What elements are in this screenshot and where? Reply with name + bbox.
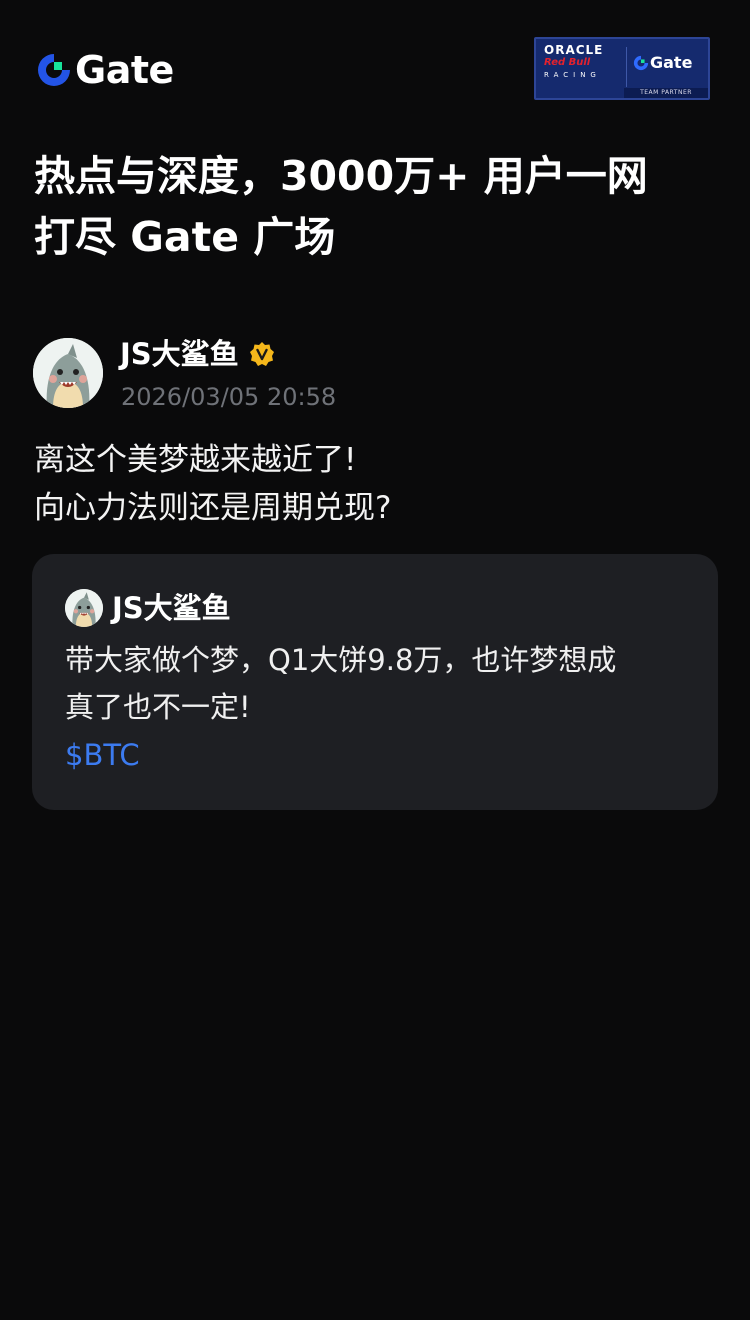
headline-line-1: 热点与深度，3000万+ 用户一网 — [34, 152, 648, 200]
shark-avatar-icon — [65, 589, 103, 627]
badge-gate-text: Gate — [650, 53, 693, 72]
post-author[interactable]: JS大鲨鱼 — [120, 334, 275, 374]
gate-logo-icon — [633, 55, 649, 70]
post-timestamp: 2026/03/05 20:58 — [121, 383, 337, 411]
quoted-post-card[interactable]: JS大鲨鱼 带大家做个梦，Q1大饼9.8万，也许梦想成 真了也不一定! $BTC — [32, 554, 718, 810]
gate-logo: Gate — [36, 50, 174, 90]
verified-badge-icon — [249, 342, 274, 366]
post-body: 离这个美梦越来越近了! 向心力法则还是周期兑现? — [34, 436, 724, 532]
racing-wordmark: RACING — [544, 71, 601, 79]
btc-ticker-tag[interactable]: $BTC — [65, 735, 140, 775]
author-name[interactable]: JS大鲨鱼 — [120, 334, 239, 374]
logo-text: Gate — [75, 48, 174, 92]
redbull-wordmark: Red Bull — [544, 57, 591, 68]
quoted-author-avatar[interactable] — [65, 589, 103, 627]
quoted-line-1: 带大家做个梦，Q1大饼9.8万，也许梦想成 — [65, 643, 617, 677]
post-line-2: 向心力法则还是周期兑现? — [34, 490, 392, 526]
oracle-wordmark: ORACLE — [544, 43, 604, 57]
author-avatar[interactable] — [33, 338, 103, 408]
post-line-1: 离这个美梦越来越近了! — [34, 442, 357, 478]
team-partner-label: TEAM PARTNER — [624, 88, 708, 98]
team-partner-badge: ORACLE Red Bull RACING Gate TEAM PARTNER — [534, 37, 710, 100]
headline-line-2: 打尽 Gate 广场 — [34, 213, 336, 261]
quoted-line-2: 真了也不一定! — [65, 690, 251, 724]
quoted-post-body: 带大家做个梦，Q1大饼9.8万，也许梦想成 真了也不一定! — [65, 637, 705, 731]
gate-logo-icon — [38, 54, 70, 86]
page-headline: 热点与深度，3000万+ 用户一网 打尽 Gate 广场 — [34, 146, 724, 268]
quoted-author-name[interactable]: JS大鲨鱼 — [112, 588, 231, 628]
badge-divider — [626, 47, 627, 87]
shark-avatar-icon — [33, 338, 103, 408]
badge-gate-logo: Gate — [633, 53, 692, 72]
